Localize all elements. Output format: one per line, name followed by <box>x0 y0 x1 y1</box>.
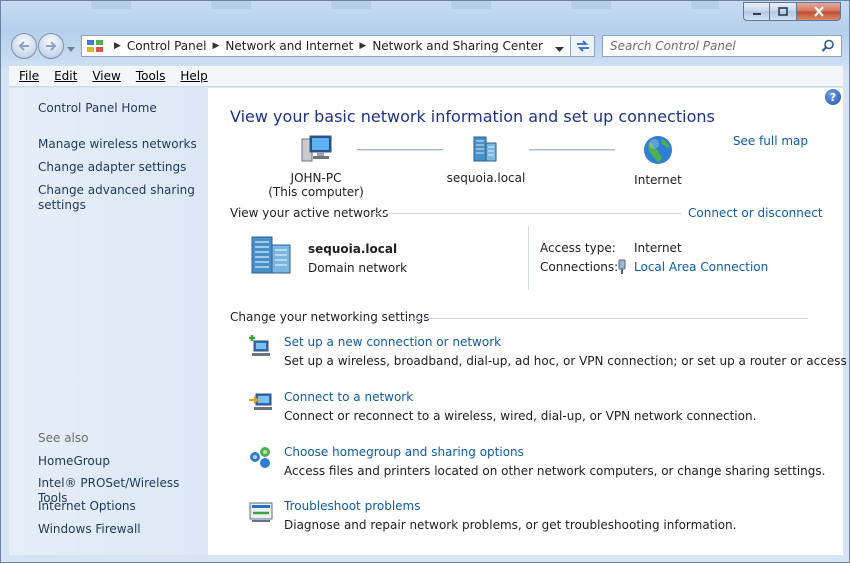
main-content: ? View your basic network information an… <box>208 88 850 555</box>
menu-bar: File Edit View Tools Help <box>9 66 843 87</box>
recent-pages-button[interactable] <box>67 42 75 56</box>
map-node-internet: Internet <box>608 134 708 187</box>
change-adapter-settings-link[interactable]: Change adapter settings <box>38 160 203 175</box>
homegroup-icon <box>250 447 270 468</box>
menu-view-label: View <box>92 69 121 83</box>
homegroup-link[interactable]: HomeGroup <box>38 454 203 469</box>
access-type-label: Access type: <box>540 241 616 255</box>
active-networks-heading: View your active networks <box>230 206 389 220</box>
control-panel-icon <box>87 40 103 52</box>
windows-firewall-link[interactable]: Windows Firewall <box>38 522 203 537</box>
chevron-down-icon <box>555 47 564 52</box>
search-box[interactable] <box>602 35 842 57</box>
connect-to-network-link[interactable]: Connect to a network <box>284 390 413 404</box>
minimize-button[interactable] <box>743 2 770 21</box>
internet-node-name: Internet <box>634 173 682 187</box>
menu-file-label: File <box>19 69 40 83</box>
close-icon <box>813 6 824 17</box>
change-advanced-sharing-settings-link[interactable]: Change advanced sharing settings <box>38 183 203 213</box>
menu-file[interactable]: File <box>14 69 44 83</box>
connect-network-icon <box>249 393 272 410</box>
address-bar[interactable]: ▶ Control Panel ▶ Network and Internet ▶… <box>81 35 571 57</box>
see-also-label: See also <box>38 431 89 445</box>
section-divider <box>373 213 681 214</box>
breadcrumb-separator-icon: ▶ <box>359 41 367 51</box>
caption-buttons <box>743 2 841 21</box>
search-input[interactable] <box>603 36 813 56</box>
active-network-type: Domain network <box>308 261 408 275</box>
control-panel-home-link[interactable]: Control Panel Home <box>38 101 203 116</box>
menu-tools-label: Tools <box>135 69 166 83</box>
page-title: View your basic network information and … <box>230 107 715 126</box>
choose-homegroup-description: Access files and printers located on oth… <box>284 464 826 478</box>
search-icon[interactable] <box>821 39 835 53</box>
menu-help-label: Help <box>180 69 208 83</box>
map-node-network: sequoia.local <box>436 134 536 185</box>
task-homegroup: Choose homegroup and sharing options Acc… <box>248 445 838 481</box>
maximize-button[interactable] <box>770 2 797 21</box>
refresh-icon <box>576 40 589 52</box>
breadcrumb-control-panel[interactable]: Control Panel <box>127 39 207 53</box>
forward-button[interactable] <box>38 33 64 59</box>
connections-label: Connections: <box>540 260 619 274</box>
close-button[interactable] <box>797 2 841 21</box>
task-connect-network: Connect to a network Connect or reconnec… <box>248 390 838 426</box>
choose-homegroup-link[interactable]: Choose homegroup and sharing options <box>284 445 524 459</box>
see-full-map-link[interactable]: See full map <box>733 134 808 148</box>
active-network-name: sequoia.local <box>308 242 398 256</box>
menu-view[interactable]: View <box>87 69 125 83</box>
menu-edit[interactable]: Edit <box>49 69 82 83</box>
vertical-divider <box>528 226 529 290</box>
task-new-connection: Set up a new connection or network Set u… <box>248 335 850 371</box>
task-troubleshoot: Troubleshoot problems Diagnose and repai… <box>248 499 838 535</box>
setup-new-connection-link[interactable]: Set up a new connection or network <box>284 335 501 349</box>
connect-to-network-description: Connect or reconnect to a wireless, wire… <box>284 409 757 423</box>
back-button[interactable] <box>11 33 37 59</box>
troubleshoot-icon <box>249 502 273 522</box>
computer-sublabel: (This computer) <box>268 185 364 199</box>
breadcrumb-network-and-internet[interactable]: Network and Internet <box>225 39 353 53</box>
breadcrumb-separator-icon: ▶ <box>114 41 121 51</box>
section-divider <box>408 318 808 319</box>
computer-icon <box>301 135 332 162</box>
menu-edit-label: Edit <box>54 69 78 83</box>
chevron-down-icon <box>67 47 75 52</box>
help-button[interactable]: ? <box>825 89 841 105</box>
help-icon: ? <box>829 90 837 104</box>
access-type-value: Internet <box>634 241 682 255</box>
connect-or-disconnect-link[interactable]: Connect or disconnect <box>688 206 823 220</box>
ethernet-cable-icon <box>618 259 626 274</box>
back-arrow-icon <box>18 41 29 51</box>
networking-settings-heading: Change your networking settings <box>230 310 430 324</box>
window-frame: ▶ Control Panel ▶ Network and Internet ▶… <box>0 0 850 563</box>
menu-tools[interactable]: Tools <box>131 69 171 83</box>
local-area-connection-link[interactable]: Local Area Connection <box>634 260 768 274</box>
domain-network-icon <box>251 236 291 274</box>
setup-new-connection-description: Set up a wireless, broadband, dial-up, a… <box>284 354 850 368</box>
address-dropdown-button[interactable] <box>555 42 564 56</box>
computer-name: JOHN-PC <box>290 171 342 185</box>
troubleshoot-problems-link[interactable]: Troubleshoot problems <box>284 499 420 513</box>
map-node-computer: JOHN-PC (This computer) <box>266 134 366 199</box>
globe-icon <box>644 136 672 164</box>
new-connection-icon <box>249 335 270 356</box>
maximize-icon <box>778 7 788 16</box>
breadcrumb-separator-icon: ▶ <box>212 41 220 51</box>
map-connector <box>529 149 615 151</box>
map-connector <box>357 149 443 151</box>
domain-network-icon <box>473 136 497 162</box>
troubleshoot-problems-description: Diagnose and repair network problems, or… <box>284 518 737 532</box>
refresh-button[interactable] <box>571 35 595 57</box>
forward-arrow-icon <box>46 41 57 51</box>
menu-help[interactable]: Help <box>175 69 212 83</box>
task-pane: Control Panel Home Manage wireless netwo… <box>9 88 208 555</box>
network-node-name: sequoia.local <box>446 171 526 185</box>
minimize-icon <box>752 12 761 15</box>
breadcrumb-network-and-sharing-center[interactable]: Network and Sharing Center <box>372 39 543 53</box>
manage-wireless-networks-link[interactable]: Manage wireless networks <box>38 137 203 152</box>
navigation-bar: ▶ Control Panel ▶ Network and Internet ▶… <box>9 29 843 63</box>
internet-options-link[interactable]: Internet Options <box>38 499 203 514</box>
title-bar-background <box>91 1 719 9</box>
